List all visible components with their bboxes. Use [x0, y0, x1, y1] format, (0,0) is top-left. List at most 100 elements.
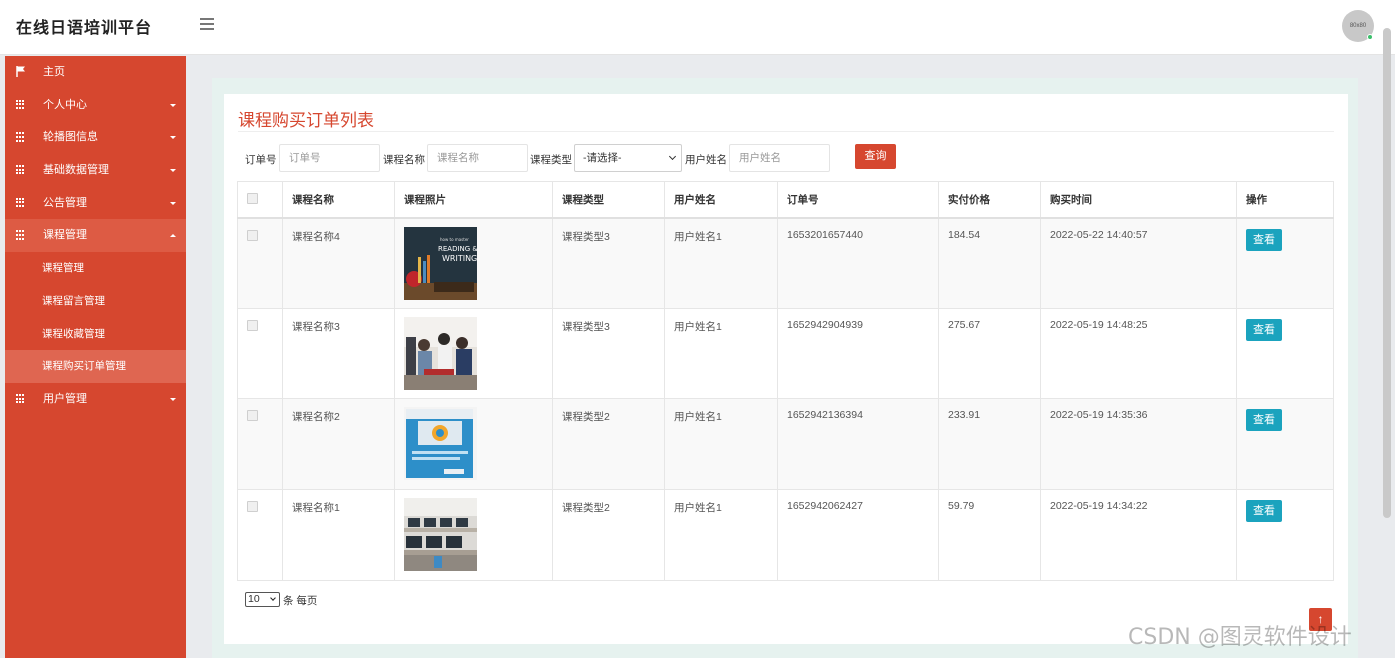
sidebar-item-profile[interactable]: 个人中心	[5, 89, 186, 122]
view-button[interactable]: 查看	[1246, 318, 1282, 341]
caret-down-icon	[170, 169, 176, 173]
course-type-select[interactable]: -请选择-	[574, 144, 682, 172]
user-name-cell: 用户姓名1	[664, 217, 778, 309]
course-name-cell: 课程名称4	[282, 217, 395, 309]
orders-table: 课程名称 课程照片 课程类型 用户姓名 订单号 实付价格 购买时间 操作 课程名…	[237, 181, 1334, 581]
sidebar-item-course[interactable]: 课程管理	[5, 219, 186, 253]
flag-icon	[16, 66, 25, 77]
caret-down-icon	[170, 103, 176, 107]
course-photo-book-cover[interactable]	[404, 407, 477, 481]
sidebar-subitem-course-manage[interactable]: 课程管理	[5, 252, 186, 285]
action-cell: 查看	[1236, 489, 1334, 581]
online-status-dot	[1367, 34, 1373, 40]
sidebar-item-label: 轮播图信息	[43, 131, 98, 144]
view-button[interactable]: 查看	[1246, 500, 1282, 523]
price-cell: 275.67	[938, 307, 1041, 400]
caret-down-icon	[170, 397, 176, 401]
course-photo-cell: how to master READING & WRITING	[394, 217, 553, 309]
table-header-row: 课程名称 课程照片 课程类型 用户姓名 订单号 实付价格 购买时间 操作	[237, 181, 1334, 218]
user-name-cell: 用户姓名1	[664, 489, 778, 581]
sidebar: 主页 个人中心 轮播图信息 基础数据管理 公告管理 课程管理 课程管理 课程留言…	[5, 56, 186, 658]
select-all-cell	[237, 181, 283, 218]
column-header[interactable]: 实付价格	[938, 181, 1041, 218]
column-header[interactable]: 课程名称	[282, 181, 395, 218]
menu-toggle-icon[interactable]	[200, 18, 214, 32]
caret-down-icon	[170, 136, 176, 140]
course-photo-classroom-students[interactable]	[404, 316, 477, 390]
svg-text:READING &: READING &	[438, 245, 477, 253]
course-type-cell: 课程类型3	[552, 217, 665, 309]
order-number-cell: 1653201657440	[777, 217, 939, 309]
sidebar-item-users[interactable]: 用户管理	[5, 383, 186, 416]
select-all-checkbox[interactable]	[247, 192, 258, 204]
grid-icon	[16, 197, 26, 208]
table-row: 课程名称4 how to master READING & WRITING 课程…	[237, 217, 1334, 309]
sidebar-item-home[interactable]: 主页	[5, 56, 186, 89]
caret-up-icon	[170, 234, 176, 238]
column-header[interactable]: 课程照片	[394, 181, 553, 218]
course-name-label: 课程名称	[383, 154, 425, 166]
order-number-cell: 1652942136394	[777, 398, 939, 491]
sidebar-item-label: 个人中心	[43, 98, 87, 111]
order-number-input[interactable]: 订单号	[279, 144, 380, 172]
view-button[interactable]: 查看	[1246, 228, 1282, 251]
column-header[interactable]: 订单号	[777, 181, 939, 218]
row-checkbox[interactable]	[247, 410, 258, 422]
action-cell: 查看	[1236, 398, 1334, 491]
query-button[interactable]: 查询	[855, 144, 896, 169]
watermark: CSDN @图灵软件设计	[1128, 625, 1352, 650]
order-number-label: 订单号	[245, 154, 277, 166]
column-header[interactable]: 购买时间	[1040, 181, 1237, 218]
course-photo-cell	[394, 489, 553, 581]
course-photo-cell	[394, 307, 553, 400]
grid-icon	[16, 165, 26, 175]
price-cell: 233.91	[938, 398, 1041, 491]
page-title: 课程购买订单列表	[238, 111, 374, 130]
course-photo-reading-writing[interactable]: how to master READING & WRITING	[404, 226, 477, 300]
course-type-cell: 课程类型2	[552, 489, 665, 581]
user-name-cell: 用户姓名1	[664, 398, 778, 491]
purchase-time-cell: 2022-05-19 14:35:36	[1040, 398, 1237, 491]
column-header: 操作	[1236, 181, 1334, 218]
user-name-input[interactable]: 用户姓名	[729, 144, 830, 172]
chevron-down-icon	[270, 595, 276, 601]
row-checkbox[interactable]	[247, 229, 258, 241]
price-cell: 59.79	[938, 489, 1041, 581]
course-name-cell: 课程名称3	[282, 307, 395, 400]
app-title: 在线日语培训平台	[16, 20, 153, 37]
sidebar-item-label: 用户管理	[43, 392, 87, 405]
svg-text:how to master: how to master	[440, 237, 469, 242]
page-scrollbar[interactable]	[1383, 28, 1391, 518]
sidebar-item-carousel[interactable]: 轮播图信息	[5, 121, 186, 154]
sidebar-subitem-course-favorites[interactable]: 课程收藏管理	[5, 318, 186, 351]
sidebar-subitem-course-comments[interactable]: 课程留言管理	[5, 285, 186, 318]
course-name-input[interactable]: 课程名称	[427, 144, 528, 172]
sidebar-subitem-course-orders[interactable]: 课程购买订单管理	[5, 350, 186, 383]
grid-icon	[16, 132, 26, 142]
course-photo-computer-lab[interactable]	[404, 498, 477, 572]
sidebar-item-label: 公告管理	[43, 196, 87, 209]
page-size-value: 10	[248, 593, 260, 605]
price-cell: 184.54	[938, 217, 1041, 309]
grid-icon	[16, 99, 26, 110]
sidebar-item-label: 基础数据管理	[43, 164, 109, 177]
top-header: 在线日语培训平台 80x80	[0, 0, 1395, 55]
caret-down-icon	[170, 201, 176, 205]
svg-text:WRITING: WRITING	[442, 254, 477, 263]
course-name-cell: 课程名称2	[282, 398, 395, 491]
sidebar-item-base-data[interactable]: 基础数据管理	[5, 154, 186, 187]
page-size-select[interactable]: 10	[245, 592, 280, 607]
course-type-cell: 课程类型2	[552, 398, 665, 491]
sidebar-item-notice[interactable]: 公告管理	[5, 187, 186, 220]
course-type-cell: 课程类型3	[552, 307, 665, 400]
chevron-down-icon	[668, 152, 677, 161]
column-header[interactable]: 用户姓名	[664, 181, 778, 218]
user-name-cell: 用户姓名1	[664, 307, 778, 400]
row-checkbox[interactable]	[247, 319, 258, 331]
purchase-time-cell: 2022-05-19 14:48:25	[1040, 307, 1237, 400]
row-checkbox[interactable]	[247, 501, 258, 513]
user-name-label: 用户姓名	[685, 154, 727, 166]
order-number-cell: 1652942062427	[777, 489, 939, 581]
view-button[interactable]: 查看	[1246, 409, 1282, 432]
column-header[interactable]: 课程类型	[552, 181, 665, 218]
